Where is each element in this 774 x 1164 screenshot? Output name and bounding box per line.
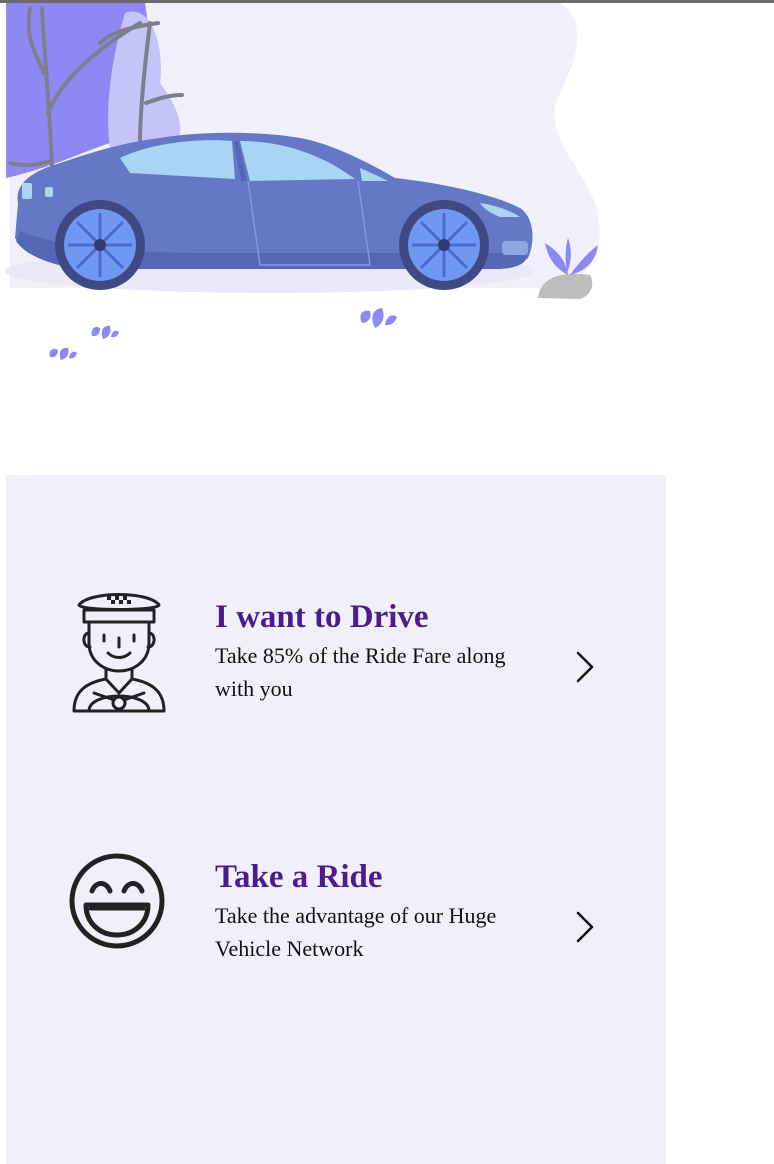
small-flower-3 xyxy=(49,347,77,360)
small-flower-1 xyxy=(360,308,397,328)
option-drive[interactable]: I want to Drive Take 85% of the Ride Far… xyxy=(6,575,666,735)
option-drive-title: I want to Drive xyxy=(215,599,429,635)
taxi-driver-icon xyxy=(72,593,166,713)
option-ride-title: Take a Ride xyxy=(215,859,383,895)
options-panel: I want to Drive Take 85% of the Ride Far… xyxy=(6,475,666,1164)
chevron-right-icon[interactable] xyxy=(572,649,598,685)
car-hero-illustration xyxy=(5,3,600,360)
chevron-right-icon[interactable] xyxy=(572,909,598,945)
smiley-face-icon xyxy=(69,853,165,949)
car-front-wheel xyxy=(399,200,489,290)
option-ride[interactable]: Take a Ride Take the advantage of our Hu… xyxy=(6,835,666,995)
small-flower-2 xyxy=(91,325,119,339)
option-drive-description: Take 85% of the Ride Fare along with you xyxy=(215,643,506,701)
option-ride-text: Take a Ride Take the advantage of our Hu… xyxy=(215,857,545,965)
option-drive-text: I want to Drive Take 85% of the Ride Far… xyxy=(215,597,545,705)
car-rear-wheel xyxy=(55,200,145,290)
option-ride-description: Take the advantage of our Huge Vehicle N… xyxy=(215,903,497,961)
